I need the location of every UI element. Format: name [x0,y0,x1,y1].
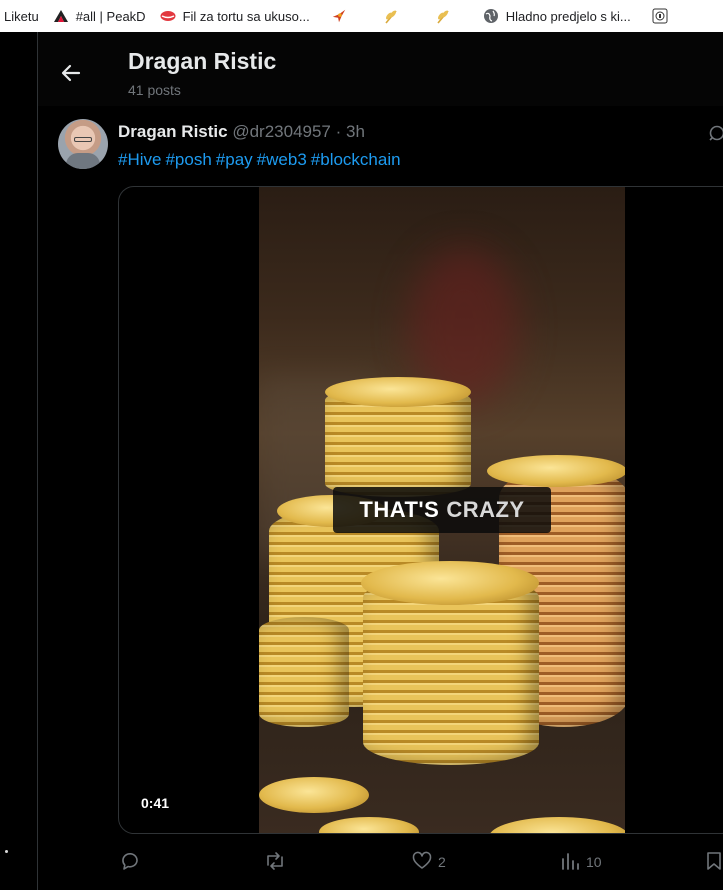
globe-icon [483,8,499,24]
grok-icon[interactable] [708,124,723,144]
avatar[interactable] [58,119,108,169]
caption-word: THAT'S [359,497,440,522]
analytics-icon [560,851,586,874]
tweet-header: Dragan Ristic @dr2304957 · 3h [118,122,365,142]
bookmark-label: Liketu [4,8,39,24]
bookmark-peakd[interactable]: #all | PeakD [46,0,153,32]
post-count: 41 posts [128,82,181,98]
bookmark-liketu[interactable]: Liketu [0,0,46,32]
hashtag-link[interactable]: #posh [165,150,211,169]
column-divider [37,32,38,890]
bookmark-page[interactable] [638,0,682,32]
hashtag-link[interactable]: #blockchain [311,150,401,169]
coin-top [259,777,369,813]
back-arrow-icon[interactable] [58,60,84,86]
hashtag-link[interactable]: #pay [216,150,253,169]
page-icon [652,8,668,24]
repost-icon [264,851,292,874]
coin-top [487,455,625,487]
avatar-shirt [66,153,100,169]
reply-icon [120,851,146,874]
hashtag-link[interactable]: #web3 [257,150,307,169]
views-button[interactable]: 10 [560,847,602,877]
video-player[interactable]: THAT'S CRAZY 0:41 [118,186,723,834]
bookmark-label: Fil za tortu sa ukuso... [182,8,310,24]
hashtag-link[interactable]: #Hive [118,150,161,169]
author-name[interactable]: Dragan Ristic [118,122,228,141]
bookmark-hladno-predjelo[interactable]: Hladno predjelo s ki... [465,0,638,32]
bookmark-fil-za-tortu[interactable]: Fil za tortu sa ukuso... [153,0,317,32]
coin-stack [259,617,349,727]
like-button[interactable]: 2 [412,847,446,877]
tweet-actions: 2 10 [118,847,723,877]
wheat-icon [383,8,399,24]
video-frame[interactable]: THAT'S CRAZY [259,187,625,833]
caption-word: CRAZY [446,497,525,522]
bookmarks-bar: Liketu #all | PeakD Fil za tortu sa ukus… [0,0,723,32]
page-title: Dragan Ristic [128,48,277,74]
repost-button[interactable] [264,847,292,877]
left-nav-strip [0,32,37,890]
wheat-icon [435,8,451,24]
coin-top [361,561,539,605]
view-count: 10 [586,854,602,870]
author-handle[interactable]: @dr2304957 [232,122,331,141]
bookmark-wheat-2[interactable] [413,0,465,32]
bookmark-label: Hladno predjelo s ki... [505,8,631,24]
video-duration: 0:41 [141,795,170,811]
nav-dot [5,850,8,853]
bookmark-icon [706,851,723,874]
coin-top [325,377,471,407]
tweet-time[interactable]: 3h [346,122,365,141]
avatar-glasses [74,137,92,142]
reply-button[interactable] [120,847,146,877]
lips-icon [160,8,176,24]
bookmark-bird[interactable] [317,0,361,32]
bookmark-label: #all | PeakD [75,8,146,24]
heart-icon [412,851,438,874]
bookmark-button[interactable] [706,847,723,877]
bird-icon [331,8,347,24]
meta-separator: · [330,122,346,141]
video-caption: THAT'S CRAZY [333,487,551,533]
coin-top [489,817,625,833]
page: Dragan Ristic 41 posts Dragan Ristic @dr… [0,32,723,890]
bookmark-wheat-1[interactable] [361,0,413,32]
peakd-logo-icon [53,8,69,24]
coin-top [319,817,419,833]
tweet-text: #Hive #posh #pay #web3 #blockchain [118,150,405,170]
like-count: 2 [438,854,446,870]
